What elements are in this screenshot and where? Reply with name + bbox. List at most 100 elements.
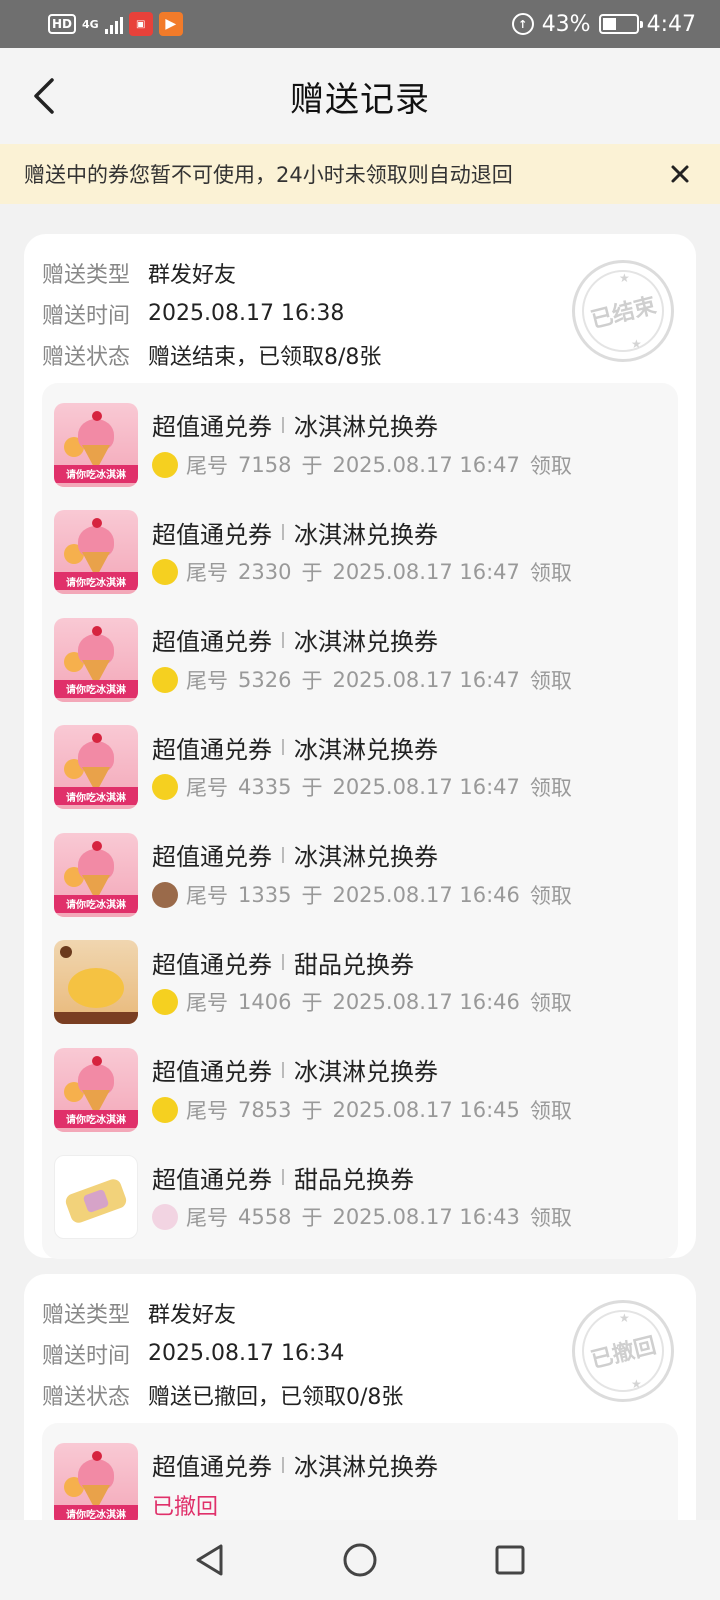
ice-cream-thumbnail: 请你吃冰淇淋 xyxy=(54,725,138,810)
coupon-name: 冰淇淋兑换券 xyxy=(294,1453,438,1482)
ice-cream-thumbnail: 请你吃冰淇淋 xyxy=(54,832,138,917)
avatar xyxy=(152,666,178,693)
tail-number: 7853 xyxy=(238,1097,292,1122)
coupon-brand: 超值通兑券 xyxy=(152,1058,272,1087)
avatar xyxy=(152,559,178,586)
nav-home-button[interactable] xyxy=(285,1520,435,1600)
coupon-item[interactable]: 请你吃冰淇淋 超值通兑券 冰淇淋兑换券 尾号 4335 于 2025.08.17 16:… xyxy=(54,714,666,822)
thumbnail-caption: 请你吃冰淇淋 xyxy=(54,1109,138,1128)
status-label: 赠送状态 xyxy=(42,1384,131,1410)
coupon-item[interactable]: 请你吃冰淇淋 超值通兑券 冰淇淋兑换券 尾号 7158 于 2025.08.17 16:… xyxy=(54,391,666,499)
time-label: 赠送时间 xyxy=(42,303,131,329)
at-label: 于 xyxy=(301,561,323,586)
thumbnail-caption: 请你吃冰淇淋 xyxy=(54,679,138,698)
time-value: 2025.08.17 16:38 xyxy=(148,301,345,326)
revoked-status: 已撤回 xyxy=(152,1494,219,1520)
at-label: 于 xyxy=(301,668,323,693)
tail-label: 尾号 xyxy=(186,453,228,478)
at-label: 于 xyxy=(301,1098,323,1123)
time-label: 赠送时间 xyxy=(42,1343,131,1369)
tail-number: 2330 xyxy=(238,560,292,585)
status-stamp: ★ 已撤回 ★ xyxy=(572,1300,674,1402)
ice-cream-thumbnail: 请你吃冰淇淋 xyxy=(54,1047,138,1132)
received-time: 2025.08.17 16:47 xyxy=(332,452,520,477)
chevron-left-icon xyxy=(34,78,54,114)
video-app-icon: ▶ xyxy=(158,12,183,36)
circle-home-icon xyxy=(343,1543,377,1577)
at-label: 于 xyxy=(301,1206,323,1231)
coupon-name: 冰淇淋兑换券 xyxy=(294,735,438,764)
received-label: 领取 xyxy=(529,883,572,908)
thumbnail-caption: 请你吃冰淇淋 xyxy=(54,894,138,913)
received-label: 领取 xyxy=(529,776,572,801)
avatar xyxy=(152,989,178,1016)
ice-cream-thumbnail: 请你吃冰淇淋 xyxy=(54,1442,138,1527)
star-icon: ★ xyxy=(619,271,630,285)
dessert-thumbnail xyxy=(54,940,138,1025)
thumbnail-caption: 请你吃冰淇淋 xyxy=(54,572,138,591)
notice-banner: 赠送中的券您暂不可使用，24小时未领取则自动退回 xyxy=(0,144,720,204)
coupon-item[interactable]: 请你吃冰淇淋 超值通兑券 冰淇淋兑换券 尾号 7853 于 2025.08.17 16:… xyxy=(54,1036,666,1144)
ice-cream-thumbnail: 请你吃冰淇淋 xyxy=(54,402,138,487)
tail-number: 7158 xyxy=(238,452,292,477)
received-time: 2025.08.17 16:46 xyxy=(332,882,520,907)
received-time: 2025.08.17 16:46 xyxy=(332,990,520,1015)
coupon-name: 冰淇淋兑换券 xyxy=(294,520,438,549)
network-type: 4G xyxy=(82,17,99,31)
coupon-name: 冰淇淋兑换券 xyxy=(294,628,438,657)
tail-number: 5326 xyxy=(238,667,292,692)
tail-label: 尾号 xyxy=(186,1206,228,1231)
square-recent-icon xyxy=(495,1545,525,1575)
tail-label: 尾号 xyxy=(186,561,228,586)
battery-icon xyxy=(598,14,643,34)
at-label: 于 xyxy=(301,991,323,1016)
coupon-brand: 超值通兑券 xyxy=(152,413,272,442)
ice-cream-thumbnail: 请你吃冰淇淋 xyxy=(54,510,138,595)
hd-icon: HD xyxy=(48,14,77,34)
coupon-item[interactable]: 超值通兑券 甜品兑换券 尾号 1406 于 2025.08.17 16:46 领取 xyxy=(54,929,666,1037)
data-saver-icon: ↑ xyxy=(511,13,534,35)
avatar xyxy=(152,881,178,908)
coupon-name: 冰淇淋兑换券 xyxy=(294,413,438,442)
nav-back-button[interactable] xyxy=(135,1520,285,1600)
status-value: 赠送结束，已领取8/8张 xyxy=(148,344,382,370)
tail-number: 4335 xyxy=(238,775,292,800)
at-label: 于 xyxy=(301,883,323,908)
tail-number: 4558 xyxy=(238,1205,292,1230)
coupon-item[interactable]: 请你吃冰淇淋 超值通兑券 冰淇淋兑换券 尾号 1335 于 2025.08.17 16:… xyxy=(54,821,666,929)
coupon-brand: 超值通兑券 xyxy=(152,1453,272,1482)
nav-recent-button[interactable] xyxy=(435,1520,585,1600)
tail-label: 尾号 xyxy=(186,668,228,693)
coupon-item[interactable]: 超值通兑券 甜品兑换券 尾号 4558 于 2025.08.17 16:43 领取 xyxy=(54,1144,666,1252)
received-time: 2025.08.17 16:45 xyxy=(332,1097,520,1122)
gift-record-card[interactable]: 赠送类型 群发好友 赠送时间 2025.08.17 16:38 赠送状态 赠送结… xyxy=(24,234,696,1259)
back-button[interactable] xyxy=(22,74,66,118)
received-label: 领取 xyxy=(529,1206,572,1231)
battery-percent: 43% xyxy=(541,11,591,37)
time-value: 2025.08.17 16:34 xyxy=(148,1341,345,1366)
coupon-name: 冰淇淋兑换券 xyxy=(294,843,438,872)
avatar xyxy=(152,1096,178,1123)
received-label: 领取 xyxy=(529,453,572,478)
coupon-item[interactable]: 请你吃冰淇淋 超值通兑券 冰淇淋兑换券 尾号 5326 于 2025.08.17 16:… xyxy=(54,606,666,714)
received-time: 2025.08.17 16:43 xyxy=(332,1205,520,1230)
header: 赠送记录 xyxy=(0,48,720,144)
stamp-text: 已结束 xyxy=(588,293,659,334)
app-notification-icon: ▣ xyxy=(128,12,153,36)
coupon-name: 甜品兑换券 xyxy=(294,950,414,979)
tail-number: 1406 xyxy=(238,990,292,1015)
page-title: 赠送记录 xyxy=(290,79,430,120)
tail-label: 尾号 xyxy=(186,776,228,801)
notice-close-button[interactable] xyxy=(664,158,696,190)
thumbnail-caption: 请你吃冰淇淋 xyxy=(54,787,138,806)
type-value: 群发好友 xyxy=(148,262,237,288)
coupon-list: 请你吃冰淇淋 超值通兑券 冰淇淋兑换券 尾号 7158 于 2025.08.17 16:… xyxy=(42,383,678,1259)
status-value: 赠送已撤回，已领取0/8张 xyxy=(148,1384,404,1410)
status-label: 赠送状态 xyxy=(42,344,131,370)
coupon-item[interactable]: 请你吃冰淇淋 超值通兑券 冰淇淋兑换券 尾号 2330 于 2025.08.17 16:… xyxy=(54,499,666,607)
coupon-brand: 超值通兑券 xyxy=(152,520,272,549)
clock: 4:47 xyxy=(646,11,696,37)
received-label: 领取 xyxy=(529,561,572,586)
battery-level xyxy=(602,18,617,30)
star-icon: ★ xyxy=(631,1377,642,1391)
